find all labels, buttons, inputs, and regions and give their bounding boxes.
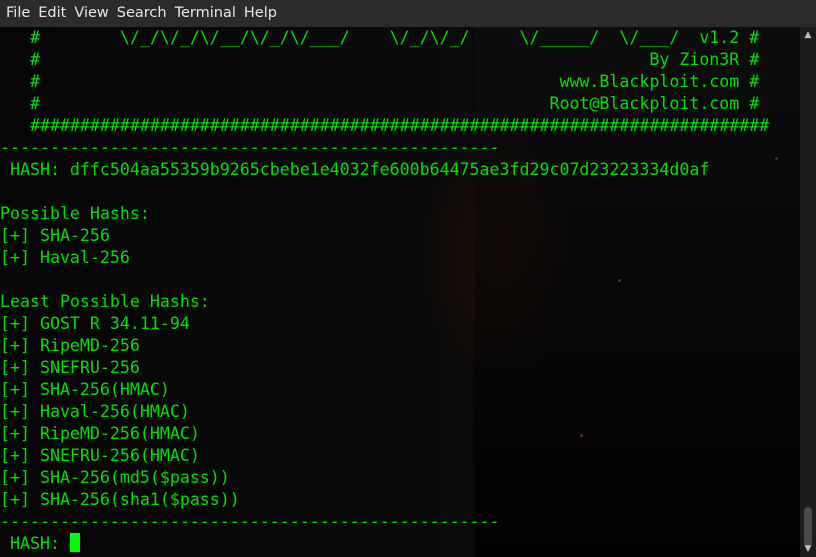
terminal-line: [+] SNEFRU-256(HMAC)	[0, 446, 200, 465]
terminal-prompt-line[interactable]: HASH:	[0, 533, 800, 555]
menu-bar: File Edit View Search Terminal Help	[0, 0, 816, 27]
menu-help[interactable]: Help	[240, 0, 281, 27]
terminal-line: [+] Haval-256(HMAC)	[0, 402, 190, 421]
menu-terminal[interactable]: Terminal	[171, 0, 240, 27]
terminal-line: [+] SHA-256	[0, 226, 110, 245]
scroll-up-arrow-icon[interactable]: ▲	[803, 31, 813, 40]
hash-prompt: HASH:	[0, 534, 70, 553]
terminal-line: [+] RipeMD-256(HMAC)	[0, 424, 200, 443]
menu-view[interactable]: View	[70, 0, 112, 27]
terminal-line: Possible Hashs:	[0, 204, 150, 223]
scrollbar-thumb[interactable]	[804, 507, 812, 547]
terminal-line: HASH: dffc504aa55359b9265cbebe1e4032fe60…	[0, 160, 710, 179]
terminal-line: [+] SHA-256(md5($pass))	[0, 468, 230, 487]
terminal-lines: # \/_/\/_/\/__/\/_/\/___/ \/_/\/_/ \/___…	[0, 27, 800, 555]
menu-search[interactable]: Search	[113, 0, 171, 27]
menu-edit[interactable]: Edit	[34, 0, 70, 27]
terminal-line: Least Possible Hashs:	[0, 292, 210, 311]
terminal-line: [+] SHA-256(sha1($pass))	[0, 490, 240, 509]
terminal-line: ########################################…	[0, 116, 770, 135]
terminal-window: File Edit View Search Terminal Help # \/…	[0, 0, 816, 557]
menu-file[interactable]: File	[2, 0, 34, 27]
terminal-line: [+] SHA-256(HMAC)	[0, 380, 170, 399]
terminal-line: [+] GOST R 34.11-94	[0, 314, 190, 333]
terminal-line: [+] SNEFRU-256	[0, 358, 140, 377]
scroll-down-arrow-icon[interactable]: ▼	[803, 545, 813, 554]
terminal-line: [+] RipeMD-256	[0, 336, 140, 355]
vertical-scrollbar[interactable]: ▲ ▼	[800, 27, 816, 557]
text-cursor	[69, 533, 80, 552]
terminal-line: # \/_/\/_/\/__/\/_/\/___/ \/_/\/_/ \/___…	[0, 28, 760, 47]
terminal-line: # Root@Blackploit.com #	[0, 94, 760, 113]
terminal-output-area[interactable]: # \/_/\/_/\/__/\/_/\/___/ \/_/\/_/ \/___…	[0, 27, 800, 557]
terminal-line: ----------------------------------------…	[0, 138, 500, 157]
terminal-line: # By Zion3R #	[0, 50, 760, 69]
terminal-line: # www.Blackploit.com #	[0, 72, 760, 91]
terminal-line: ----------------------------------------…	[0, 512, 500, 531]
terminal-line: [+] Haval-256	[0, 248, 130, 267]
